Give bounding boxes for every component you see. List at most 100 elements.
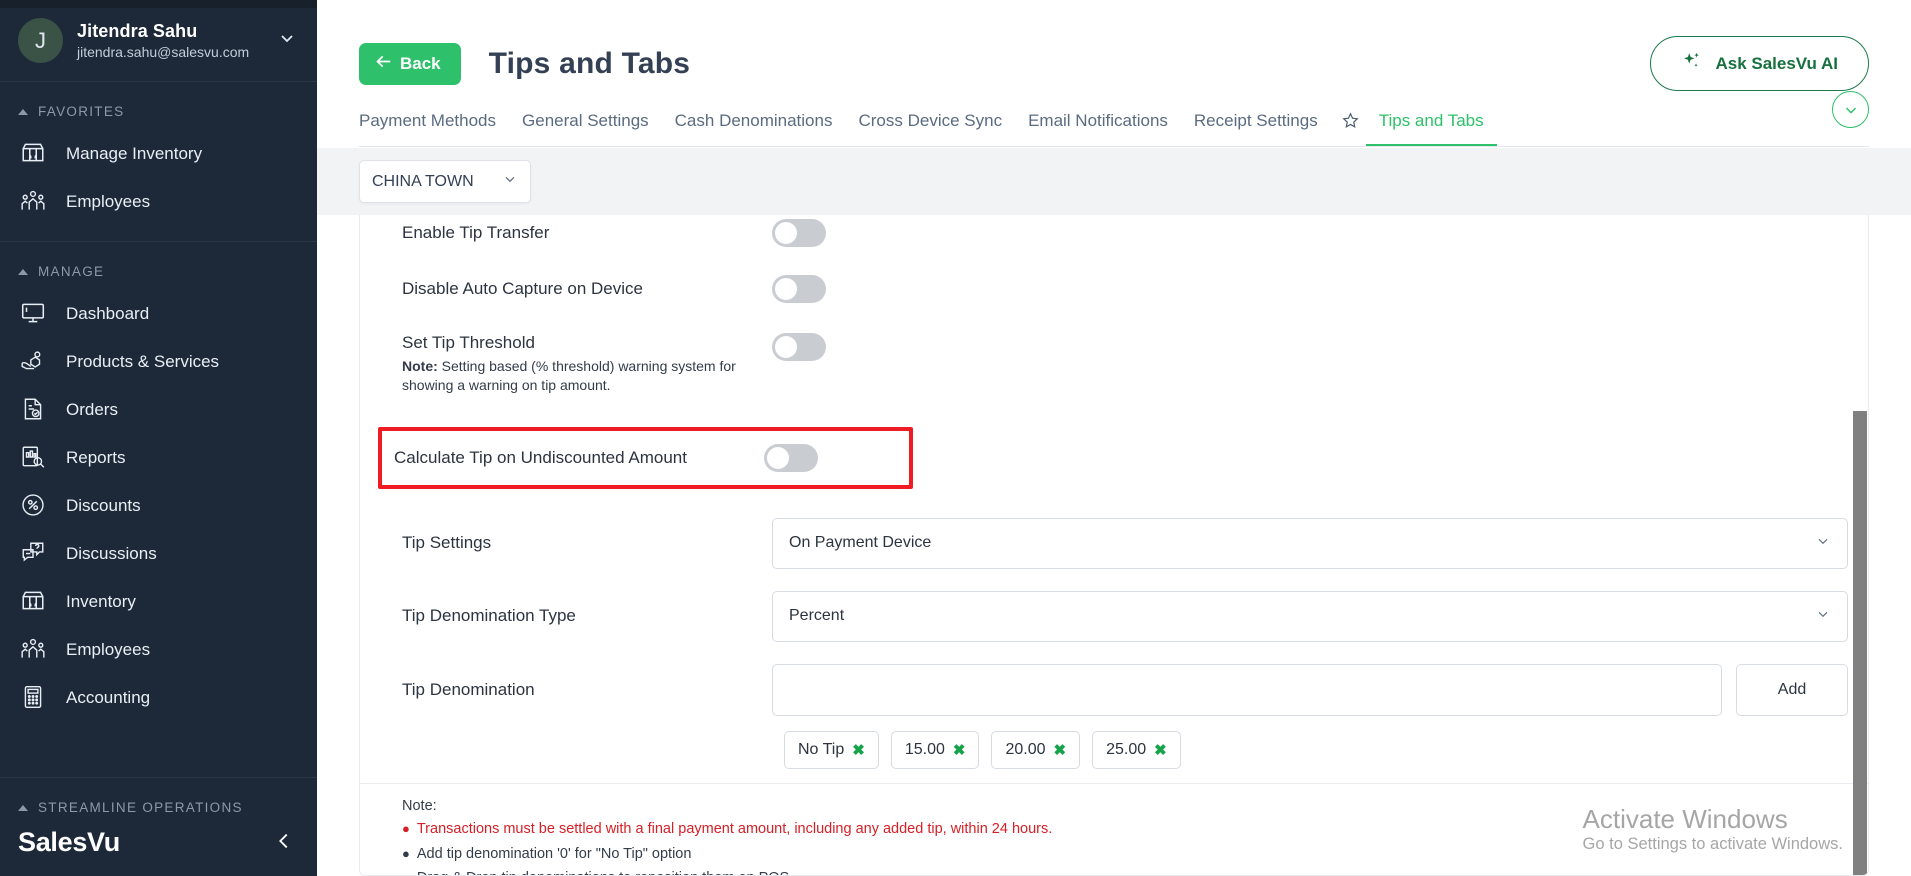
sidebar-item-label: Employees [66, 639, 151, 659]
sidebar-item-label: Accounting [66, 687, 151, 707]
triangle-up-icon [18, 268, 28, 275]
sidebar-item-reports[interactable]: Reports [0, 433, 317, 481]
sidebar-item-employees[interactable]: Employees [0, 625, 317, 673]
chat-question-icon [18, 538, 48, 568]
note-text: Transactions must be settled with a fina… [416, 821, 1053, 838]
tab-email-notifications[interactable]: Email Notifications [1015, 111, 1181, 147]
remove-chip-icon[interactable]: ✖ [1054, 741, 1067, 759]
chip-label: 20.00 [1005, 740, 1046, 758]
sidebar-item-accounting[interactable]: Accounting [0, 673, 317, 721]
denomination-chip[interactable]: 20.00 ✖ [991, 730, 1081, 769]
toggle-knob [775, 336, 797, 358]
settings-scroll-area[interactable]: Enable Tip Transfer Disable Auto Capture… [360, 215, 1868, 875]
back-button[interactable]: Back [359, 42, 461, 85]
tip-denomination-type-value: Percent [789, 607, 845, 625]
tab-bar: Payment Methods General Settings Cash De… [317, 91, 1911, 147]
toggle-disable-auto-capture[interactable] [772, 275, 826, 303]
sidebar-item-label: Discussions [66, 543, 157, 563]
setting-row-set-tip-threshold: Set Tip Threshold Note: Setting based (%… [390, 317, 1868, 409]
sidebar-section-manage[interactable]: MANAGE [0, 242, 317, 289]
tab-tips-and-tabs[interactable]: Tips and Tabs [1365, 111, 1497, 147]
sidebar-item-label: Reports [66, 447, 126, 467]
note-item: ● Drag & Drop tip denominations to repos… [402, 867, 1868, 875]
setting-row-enable-tip-transfer: Enable Tip Transfer [390, 215, 1868, 261]
sidebar-item-dashboard[interactable]: Dashboard [0, 289, 317, 337]
sparkle-icon [1681, 50, 1703, 77]
report-search-icon [18, 442, 48, 472]
sidebar-item-label: Employees [66, 191, 151, 211]
chevron-left-icon[interactable] [273, 830, 295, 856]
remove-chip-icon[interactable]: ✖ [852, 741, 865, 759]
tip-settings-select[interactable]: On Payment Device [772, 517, 1848, 569]
note-text: Drag & Drop tip denominations to reposit… [417, 869, 789, 875]
sidebar-section-label: STREAMLINE OPERATIONS [38, 800, 243, 815]
sidebar-item-discussions[interactable]: Discussions [0, 529, 317, 577]
setting-note: Note: Setting based (% threshold) warnin… [402, 357, 772, 395]
toggle-set-tip-threshold[interactable] [772, 333, 826, 361]
field-label: Tip Settings [402, 533, 492, 553]
monitor-icon [18, 298, 48, 328]
tab-general-settings[interactable]: General Settings [509, 111, 662, 147]
store-icon [18, 138, 48, 168]
denomination-chip[interactable]: 25.00 ✖ [1092, 730, 1181, 769]
tab-payment-methods[interactable]: Payment Methods [359, 111, 509, 147]
ask-salesvu-ai-button[interactable]: Ask SalesVu AI [1650, 36, 1869, 91]
vertical-scrollbar-thumb[interactable] [1853, 411, 1867, 875]
toggle-knob [775, 278, 797, 300]
main-content: Back Tips and Tabs Ask SalesVu AI Paymen… [317, 0, 1911, 876]
store-icon [18, 586, 48, 616]
settings-content: Enable Tip Transfer Disable Auto Capture… [317, 215, 1911, 876]
tab-cash-denominations[interactable]: Cash Denominations [662, 111, 846, 147]
field-row-tip-settings: Tip Settings On Payment Device [390, 507, 1868, 580]
sidebar-item-orders[interactable]: Orders [0, 385, 317, 433]
sidebar: J Jitendra Sahu jitendra.sahu@salesvu.co… [0, 0, 317, 876]
denomination-chip[interactable]: 15.00 ✖ [890, 730, 980, 769]
remove-chip-icon[interactable]: ✖ [953, 741, 966, 759]
chevron-down-icon [1815, 533, 1831, 554]
tab-underline [359, 146, 1869, 147]
add-denomination-button[interactable]: Add [1736, 663, 1848, 716]
sidebar-bottom: STREAMLINE OPERATIONS SalesVu [0, 777, 317, 876]
calculator-icon [18, 682, 48, 712]
order-document-icon [18, 394, 48, 424]
note-text: Add tip denomination '0' for "No Tip" op… [416, 845, 692, 862]
sidebar-item-discounts[interactable]: Discounts [0, 481, 317, 529]
sidebar-item-label: Discounts [66, 495, 141, 515]
denomination-chip[interactable]: No Tip ✖ [784, 730, 879, 769]
sidebar-section-label: FAVORITES [38, 104, 125, 119]
user-name: Jitendra Sahu [77, 21, 198, 41]
sidebar-user-profile[interactable]: J Jitendra Sahu jitendra.sahu@salesvu.co… [0, 8, 317, 82]
remove-chip-icon[interactable]: ✖ [1154, 741, 1167, 759]
field-row-tip-denomination: Tip Denomination Add [390, 653, 1868, 727]
notes-heading: Note: [402, 797, 437, 814]
bullet-icon: ● [402, 821, 410, 837]
star-outline-icon[interactable] [1331, 111, 1366, 147]
toggle-calculate-tip-undiscounted[interactable] [764, 443, 818, 472]
expand-tabs-button[interactable] [1832, 91, 1869, 128]
setting-row-disable-auto-capture: Disable Auto Capture on Device [390, 261, 1868, 317]
tip-denomination-type-select[interactable]: Percent [772, 590, 1848, 642]
toggle-enable-tip-transfer[interactable] [772, 219, 826, 247]
sidebar-item-products-services[interactable]: Products & Services [0, 337, 317, 385]
sidebar-item-employees-fav[interactable]: Employees [0, 177, 317, 225]
chevron-down-icon[interactable] [277, 28, 297, 53]
chip-label: No Tip [798, 740, 845, 758]
store-select[interactable]: CHINA TOWN [359, 160, 531, 203]
bullet-icon: ● [402, 871, 410, 875]
triangle-up-icon [18, 108, 28, 115]
sidebar-section-favorites[interactable]: FAVORITES [0, 82, 317, 129]
back-button-label: Back [400, 53, 441, 73]
field-label: Tip Denomination Type [402, 606, 576, 626]
note-item: ● Add tip denomination '0' for "No Tip" … [402, 842, 1868, 867]
tab-cross-device-sync[interactable]: Cross Device Sync [845, 111, 1015, 147]
toggle-knob [767, 446, 789, 469]
chevron-down-icon [502, 171, 518, 192]
sidebar-section-streamline-operations[interactable]: STREAMLINE OPERATIONS [0, 778, 317, 825]
tip-settings-value: On Payment Device [789, 534, 932, 552]
setting-label: Calculate Tip on Undiscounted Amount [394, 447, 687, 467]
sidebar-item-manage-inventory[interactable]: Manage Inventory [0, 129, 317, 177]
sidebar-item-inventory[interactable]: Inventory [0, 577, 317, 625]
tab-receipt-settings[interactable]: Receipt Settings [1181, 111, 1331, 147]
tip-denomination-input[interactable] [772, 663, 1722, 716]
sidebar-section-label: MANAGE [38, 264, 105, 279]
